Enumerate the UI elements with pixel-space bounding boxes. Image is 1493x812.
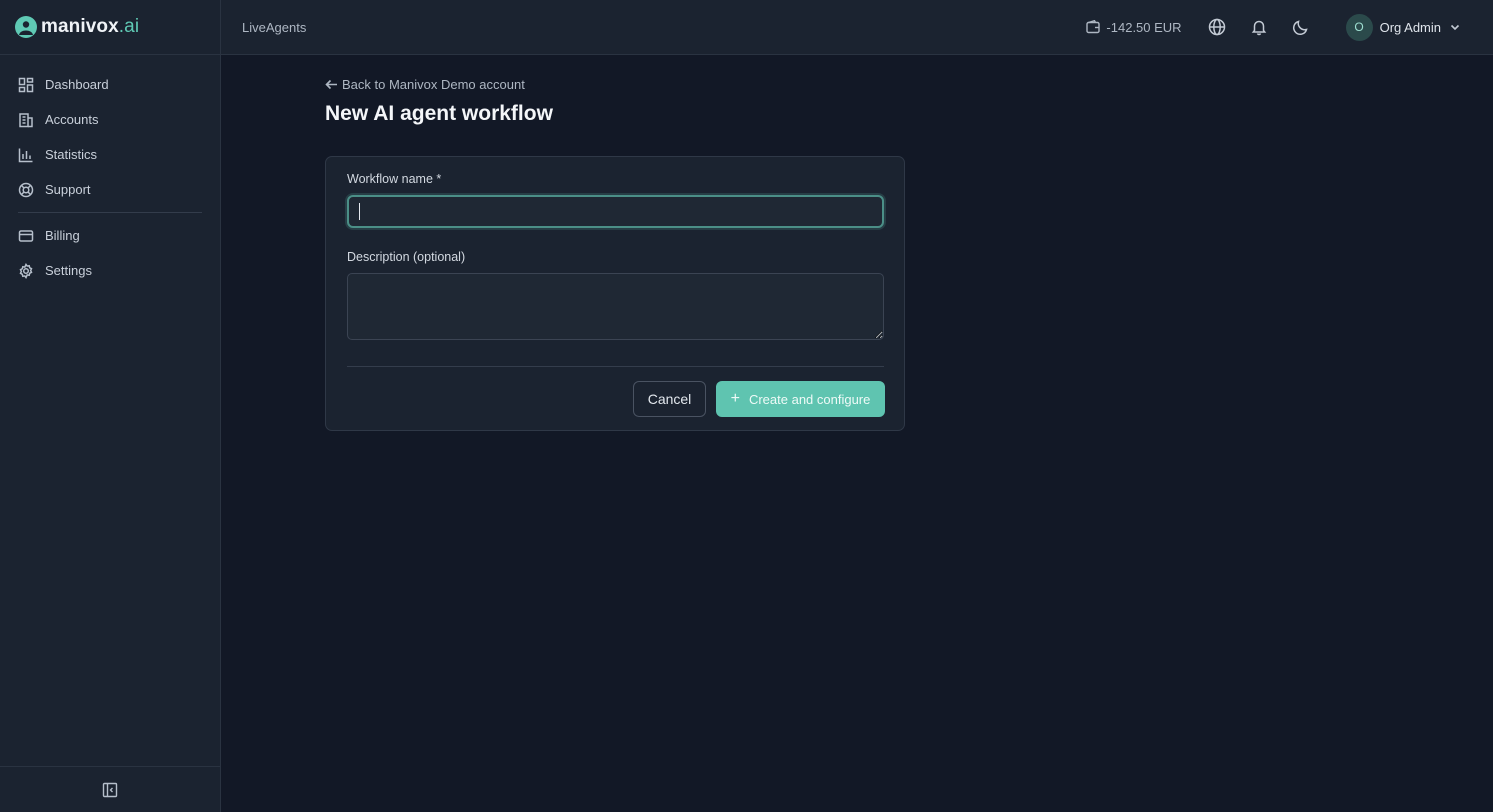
balance-amount: -142.50 EUR bbox=[1106, 19, 1182, 35]
user-menu[interactable]: O Org Admin bbox=[1345, 13, 1461, 41]
top-bar: LiveAgents -142.50 EUR O Org Admin bbox=[221, 0, 1493, 55]
sidebar-item-settings[interactable]: Settings bbox=[0, 253, 220, 288]
sidebar-item-label: Statistics bbox=[45, 147, 98, 162]
plus-icon: + bbox=[730, 390, 740, 407]
cancel-button[interactable]: Cancel bbox=[633, 381, 706, 417]
back-link-label: Back to Manivox Demo account bbox=[342, 77, 525, 92]
sidebar-item-billing[interactable]: Billing bbox=[0, 218, 220, 253]
sidebar-item-accounts[interactable]: Accounts bbox=[0, 102, 220, 137]
building-icon bbox=[19, 112, 33, 127]
chevron-down-icon bbox=[1450, 24, 1460, 31]
logo-text: manivox.ai bbox=[41, 16, 140, 37]
page-title: New AI agent workflow bbox=[325, 102, 553, 125]
create-button-label: Create and configure bbox=[748, 391, 871, 407]
sidebar-item-label: Support bbox=[45, 182, 91, 197]
nav-divider bbox=[18, 212, 202, 213]
sidebar-item-label: Dashboard bbox=[45, 77, 109, 92]
sidebar-collapse-icon bbox=[102, 782, 118, 797]
description-textarea[interactable] bbox=[347, 273, 884, 340]
sidebar: manivox.ai Dashboard Accounts Statistics… bbox=[0, 0, 221, 812]
top-bar-actions: -142.50 EUR O Org Admin bbox=[1086, 0, 1493, 55]
sidebar-item-label: Billing bbox=[45, 228, 80, 243]
create-and-configure-button[interactable]: + Create and configure bbox=[716, 381, 885, 417]
workflow-name-input[interactable] bbox=[347, 195, 884, 228]
form-divider bbox=[347, 366, 884, 367]
arrow-left-icon bbox=[325, 79, 337, 90]
sidebar-nav: Dashboard Accounts Statistics Support Bi… bbox=[0, 55, 220, 288]
user-name: Org Admin bbox=[1379, 19, 1441, 35]
back-link[interactable]: Back to Manivox Demo account bbox=[325, 77, 525, 92]
sidebar-item-support[interactable]: Support bbox=[0, 172, 220, 207]
dashboard-icon bbox=[18, 77, 34, 92]
sidebar-item-label: Accounts bbox=[45, 112, 99, 127]
balance-indicator[interactable]: -142.50 EUR bbox=[1086, 19, 1182, 35]
workflow-name-label: Workflow name * bbox=[347, 172, 442, 186]
lifebuoy-icon bbox=[18, 182, 34, 197]
workflow-form-card: Workflow name * Description (optional) C… bbox=[325, 156, 905, 431]
description-label: Description (optional) bbox=[347, 250, 466, 264]
wallet-icon bbox=[1086, 20, 1101, 34]
credit-card-icon bbox=[18, 229, 34, 242]
breadcrumb[interactable]: LiveAgents bbox=[242, 20, 306, 35]
manivox-logo-icon bbox=[15, 16, 37, 38]
sidebar-collapse-button[interactable] bbox=[0, 766, 220, 812]
text-cursor bbox=[359, 203, 360, 220]
bell-icon[interactable] bbox=[1250, 18, 1268, 36]
bar-chart-icon bbox=[18, 148, 33, 162]
globe-icon[interactable] bbox=[1208, 18, 1226, 36]
sidebar-item-dashboard[interactable]: Dashboard bbox=[0, 67, 220, 102]
gear-icon bbox=[19, 262, 33, 279]
sidebar-item-statistics[interactable]: Statistics bbox=[0, 137, 220, 172]
avatar: O bbox=[1345, 13, 1373, 41]
logo[interactable]: manivox.ai bbox=[0, 0, 220, 55]
sidebar-item-label: Settings bbox=[45, 263, 92, 278]
moon-icon[interactable] bbox=[1292, 18, 1310, 36]
